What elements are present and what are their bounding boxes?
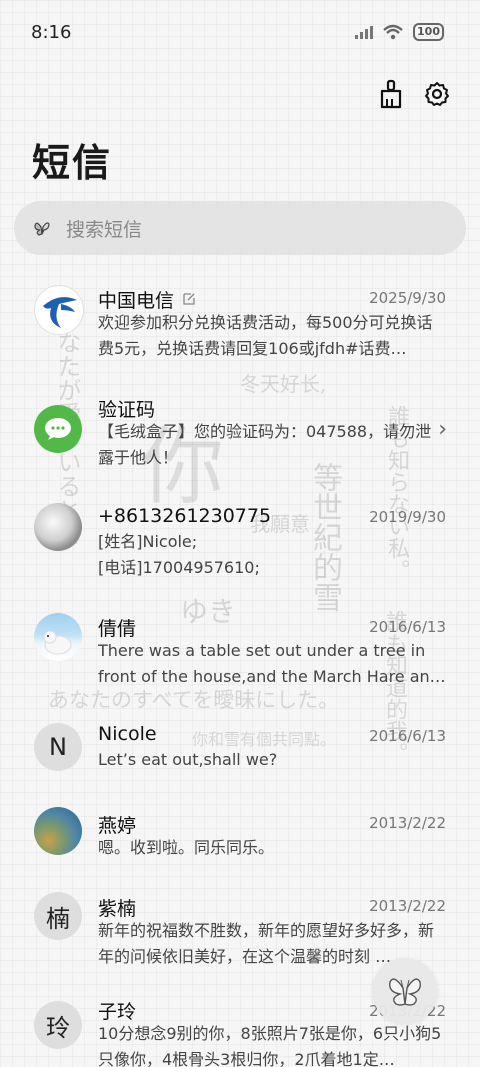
wifi-icon (383, 24, 403, 40)
signal-icon (355, 25, 374, 39)
photo-avatar (34, 503, 82, 551)
landscape-photo (34, 807, 82, 855)
top-actions (376, 78, 452, 110)
conversation-time: 2019/9/30 (369, 508, 446, 526)
conversation-preview: There was a table set out under a tree i… (98, 641, 446, 686)
conversation-name: 验证码 (98, 399, 156, 421)
conversation-name: 倩倩 (98, 618, 137, 640)
polar-bear-photo (34, 613, 82, 661)
conversation-item[interactable]: 倩倩 2016/6/13 There was a table set out u… (0, 605, 480, 705)
conversation-time: 2013/2/22 (369, 814, 446, 832)
letter-avatar: 玲 (34, 1001, 82, 1049)
search-bar[interactable]: 搜索短信 (14, 201, 466, 255)
status-time: 8:16 (31, 22, 72, 43)
conversation-item[interactable]: 燕婷 2013/2/22 嗯。收到啦。同乐同乐。 (0, 805, 480, 895)
china-telecom-logo (34, 285, 84, 335)
broom-icon[interactable] (376, 78, 406, 110)
butterfly-icon (389, 978, 421, 1006)
conversation-preview: 【毛绒盒子】您的验证码为：047588，请勿泄露于他人！ (98, 422, 432, 467)
search-input[interactable]: 搜索短信 (66, 215, 142, 242)
conversation-name: 燕婷 (98, 815, 137, 837)
conversation-name: 紫楠 (98, 898, 137, 920)
conversation-name: +8613261230775 (98, 505, 272, 527)
letter-avatar: 楠 (34, 892, 82, 940)
conversation-time: 2016/6/13 (369, 618, 446, 636)
page-title: 短信 (32, 141, 113, 185)
status-icons: 100 (355, 23, 444, 41)
conversation-name: 子玲 (98, 1001, 137, 1023)
new-message-button[interactable] (372, 958, 438, 1024)
conversation-preview: 欢迎参加积分兑换话费活动，每500分可兑换话费5元，兑换话费请回复106或jfd… (98, 313, 433, 358)
conversation-item[interactable]: 中国电信 2025/9/30 欢迎参加积分兑换话费活动，每500分可兑换话费5元… (0, 275, 480, 375)
conversation-time: 2025/9/30 (369, 289, 446, 307)
conversation-name: Nicole (98, 723, 157, 745)
gear-icon[interactable] (422, 78, 452, 110)
conversation-preview: 10分想念9别的你，8张照片7张是你，6只小狗5只像你，4根骨头3根归你，2爪着… (98, 1024, 442, 1067)
conversation-preview-line-2: [电话]17004957610; (98, 558, 260, 577)
conversation-preview: Let’s eat out,shall we? (98, 750, 278, 769)
conversation-preview: 嗯。收到啦。同乐同乐。 (98, 838, 275, 857)
edit-note-icon (183, 293, 195, 305)
message-bubble-icon (34, 405, 82, 453)
conversation-time: 2013/2/22 (369, 897, 446, 915)
conversation-preview-line-1: [姓名]Nicole; (98, 532, 198, 551)
conversation-item[interactable]: 验证码 【毛绒盒子】您的验证码为：047588，请勿泄露于他人！ › (0, 385, 480, 485)
conversation-item[interactable]: N Nicole 2016/6/13 Let’s eat out,shall w… (0, 715, 480, 805)
butterfly-search-icon (32, 217, 54, 239)
conversation-item[interactable]: +8613261230775 2019/9/30 [姓名]Nicole; [电话… (0, 495, 480, 595)
letter-avatar: N (34, 723, 82, 771)
conversation-time: 2016/6/13 (369, 727, 446, 745)
conversation-name: 中国电信 (98, 286, 196, 313)
status-bar: 8:16 100 (0, 0, 480, 66)
battery-indicator: 100 (413, 23, 444, 41)
chevron-right-icon[interactable]: › (438, 417, 447, 442)
